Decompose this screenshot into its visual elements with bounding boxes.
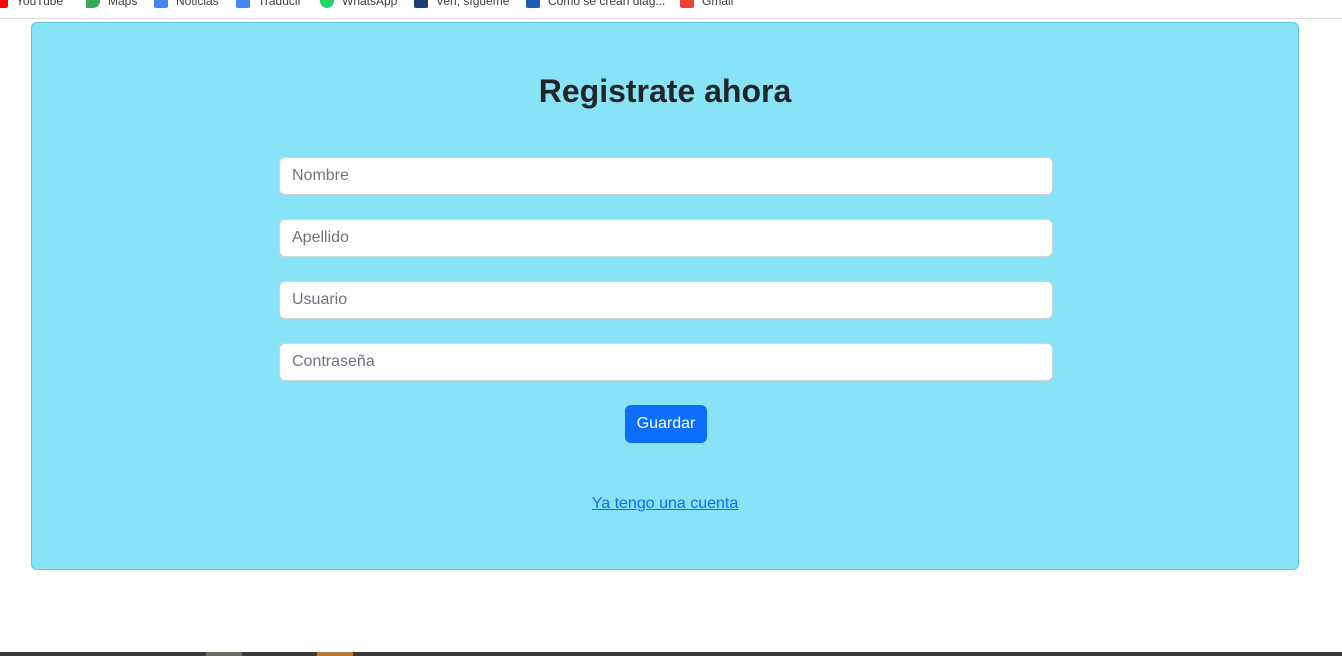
bookmarks-bar: YouTube Maps Noticias Traducir WhatsApp … — [0, 0, 1342, 19]
bookmark-traducir[interactable]: Traducir — [236, 0, 302, 10]
taskbar-item[interactable] — [206, 652, 242, 656]
bookmark-youtube[interactable]: YouTube — [0, 0, 63, 10]
maps-icon — [86, 0, 100, 8]
bookmark-label: Gmail — [702, 0, 734, 8]
whatsapp-icon — [320, 0, 334, 8]
usuario-field[interactable] — [279, 281, 1053, 319]
bookmark-label: YouTube — [16, 0, 64, 8]
bookmark-gmail[interactable]: Gmail — [680, 0, 733, 10]
bookmark-como-se-crean[interactable]: Como se crean diag... — [526, 0, 665, 10]
facebook-icon — [526, 0, 540, 8]
gmail-icon — [680, 0, 694, 8]
apellido-field[interactable] — [279, 219, 1053, 257]
bookmark-maps[interactable]: Maps — [86, 0, 137, 10]
page-title: Registrate ahora — [538, 73, 792, 109]
bookmark-label: Noticias — [176, 0, 219, 8]
login-link[interactable]: Ya tengo una cuenta — [592, 495, 739, 512]
login-link-container: Ya tengo una cuenta — [32, 495, 1298, 513]
bookmark-label: Como se crean diag... — [548, 0, 666, 8]
news-icon — [154, 0, 168, 8]
taskbar-item[interactable] — [317, 652, 353, 656]
bookmark-ven-sigueme[interactable]: Ven, sígueme — [414, 0, 509, 10]
nombre-field[interactable] — [279, 157, 1053, 195]
bookmark-label: Traducir — [258, 0, 302, 8]
youtube-icon — [0, 0, 8, 8]
save-button[interactable]: Guardar — [625, 405, 707, 443]
password-field[interactable] — [279, 343, 1053, 381]
taskbar-strip — [0, 652, 1342, 656]
facebook-icon — [414, 0, 428, 8]
bookmark-label: WhatsApp — [342, 0, 398, 8]
bookmark-noticias[interactable]: Noticias — [154, 0, 219, 10]
bookmark-whatsapp[interactable]: WhatsApp — [320, 0, 397, 10]
bookmark-label: Ven, sígueme — [436, 0, 510, 8]
register-card: Registrate ahora Guardar Ya tengo una cu… — [31, 22, 1299, 570]
bookmark-label: Maps — [108, 0, 138, 8]
translate-icon — [236, 0, 250, 8]
